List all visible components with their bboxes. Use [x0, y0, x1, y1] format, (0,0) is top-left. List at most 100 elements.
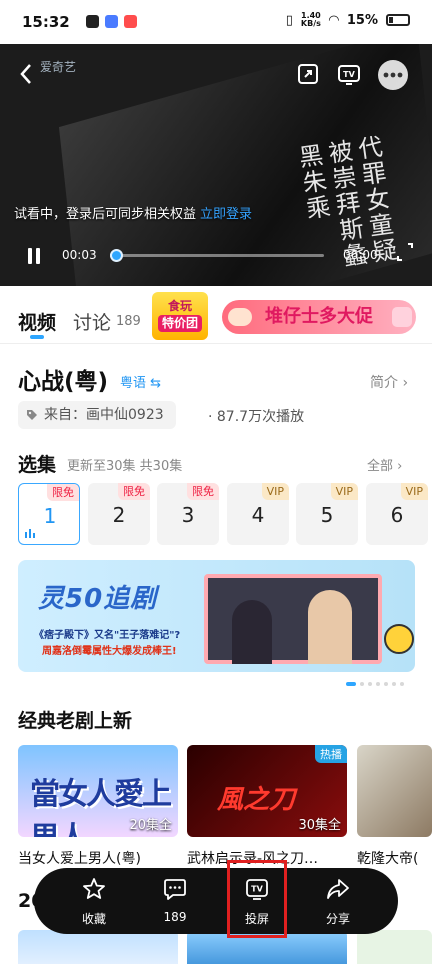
- comment-button[interactable]: 189: [135, 868, 215, 934]
- poster-title-art: 風之刀: [217, 785, 296, 815]
- tab-video[interactable]: 视频: [18, 308, 56, 335]
- comment-icon: [164, 879, 186, 900]
- tab-indicator: [30, 335, 44, 339]
- bottom-action-bar: 收藏 189 TV 投屏 分享: [34, 868, 398, 934]
- episodes-all-link[interactable]: 全部 ›: [367, 455, 402, 474]
- pill-icon: [228, 308, 252, 326]
- drama-card[interactable]: [357, 930, 432, 964]
- source-text: 来自：画中仙0923: [44, 407, 164, 423]
- app-icon: [105, 15, 118, 28]
- status-time: 15:32: [22, 13, 70, 31]
- vibrate-icon: ▯: [285, 12, 293, 28]
- episode-item[interactable]: 限免 2: [88, 483, 150, 545]
- drama-title[interactable]: 乾隆大帝(: [357, 848, 432, 868]
- current-time: 00:03: [62, 248, 97, 262]
- vip-badge: VIP: [261, 483, 289, 500]
- promo-text: 堆仔士多大促: [265, 306, 373, 327]
- action-label: 分享: [325, 912, 350, 926]
- free-badge: 限免: [118, 483, 150, 500]
- banner-logo: 灵50追剧: [38, 584, 158, 614]
- carousel-dot: [360, 682, 364, 686]
- episode-number: 2: [112, 503, 126, 527]
- intro-link[interactable]: 简介 ›: [370, 372, 408, 392]
- carousel-dot: [400, 682, 404, 686]
- more-icon[interactable]: [378, 60, 408, 90]
- banner-line: 《痞子殿下》又名"王子落难记"?: [34, 630, 181, 641]
- source-tag[interactable]: 来自：画中仙0923: [18, 401, 176, 429]
- episode-number: 3: [181, 503, 195, 527]
- svg-text:TV: TV: [343, 70, 355, 79]
- drama-card[interactable]: [357, 745, 432, 837]
- drama-card[interactable]: 當女人愛上男人 20集全: [18, 745, 178, 837]
- carousel-dot: [392, 682, 396, 686]
- vip-badge: VIP: [400, 483, 428, 500]
- episode-number: 1: [43, 504, 57, 528]
- episode-item[interactable]: 限免 1: [18, 483, 80, 545]
- app-icon: [86, 15, 99, 28]
- share-icon: [327, 879, 349, 899]
- discuss-count: 189: [116, 314, 141, 329]
- tv-cast-icon[interactable]: TV: [337, 62, 361, 86]
- share-button[interactable]: 分享: [298, 868, 378, 934]
- episode-item[interactable]: 限免 3: [157, 483, 219, 545]
- trial-text: 试看中，登录后可同步相关权益: [14, 207, 197, 222]
- playing-icon: [25, 529, 35, 538]
- banner-person: [308, 590, 352, 664]
- carousel-indicator: [346, 682, 404, 686]
- language-switch[interactable]: 粤语 ⇆: [120, 372, 161, 391]
- drama-card[interactable]: [18, 930, 178, 964]
- carousel-dot: [346, 682, 356, 686]
- vip-badge: VIP: [330, 483, 358, 500]
- wifi-icon: ◠: [328, 12, 339, 28]
- episode-count: 20集全: [129, 818, 172, 833]
- episode-number: 5: [320, 503, 334, 527]
- play-count: · 87.7万次播放: [208, 409, 305, 425]
- net-speed: 1.40 KB/s: [300, 11, 321, 28]
- hot-badge: 热播: [315, 745, 347, 763]
- trial-notice: 试看中，登录后可同步相关权益 立即登录: [14, 203, 252, 222]
- drama-title[interactable]: 当女人爱上男人(粤): [18, 848, 178, 868]
- cast-highlight-box: [227, 860, 287, 938]
- fullscreen-icon[interactable]: [396, 242, 414, 262]
- status-right: ▯ 1.40 KB/s ◠ 15%: [286, 12, 410, 28]
- pip-icon[interactable]: [296, 62, 320, 86]
- action-label: 收藏: [81, 912, 106, 926]
- ad-line: 食玩: [167, 299, 192, 313]
- pause-button[interactable]: [24, 246, 44, 266]
- drama-card[interactable]: 热播 風之刀 30集全: [187, 745, 347, 837]
- promo-carousel-banner[interactable]: 灵50追剧 《痞子殿下》又名"王子落难记"? 周嘉洛倒霉属性大爆发成棒王!: [18, 560, 415, 672]
- status-bar: 15:32 ▯ 1.40 KB/s ◠ 15%: [0, 0, 432, 44]
- promo-banner-ad[interactable]: 堆仔士多大促: [222, 300, 416, 334]
- banner-line: 周嘉洛倒霉属性大爆发成棒王!: [42, 646, 177, 657]
- episodes-status: 更新至30集 共30集: [67, 459, 183, 474]
- banner-screen-image: [204, 574, 382, 664]
- banner-person: [232, 600, 272, 664]
- star-icon: [83, 878, 105, 899]
- snack-deal-ad[interactable]: 食玩 特价团: [152, 292, 208, 340]
- show-title: 心战(粤): [18, 369, 109, 395]
- episode-count: 30集全: [298, 818, 341, 833]
- episode-item[interactable]: VIP 5: [296, 483, 358, 545]
- episode-list: 限免 1 限免 2 限免 3 VIP 4 VIP 5 VIP 6: [18, 483, 432, 545]
- carousel-dot: [376, 682, 380, 686]
- login-link[interactable]: 立即登录: [200, 207, 252, 222]
- notification-icons: [86, 15, 137, 28]
- favorite-button[interactable]: 收藏: [54, 868, 134, 934]
- episode-number: 6: [390, 503, 404, 527]
- battery-icon: [386, 14, 410, 26]
- episodes-heading: 选集: [18, 454, 57, 476]
- video-player[interactable]: 代罪女童疑被崇拜斯蠡黑朱乘 爱奇艺 TV 试看中，登录后可同步相关权益 立即登录 …: [0, 44, 432, 286]
- gift-icon: [392, 307, 412, 327]
- tab-discuss[interactable]: 讨论: [73, 308, 111, 335]
- episode-item[interactable]: VIP 6: [366, 483, 428, 545]
- back-icon[interactable]: [16, 62, 36, 86]
- battery-percent: 15%: [346, 12, 378, 28]
- watermark: 爱奇艺: [40, 60, 77, 74]
- episode-item[interactable]: VIP 4: [227, 483, 289, 545]
- episode-number: 4: [251, 503, 265, 527]
- seek-bar[interactable]: [110, 249, 324, 262]
- section-title: 经典老剧上新: [18, 710, 133, 732]
- carousel-dot: [384, 682, 388, 686]
- carousel-dot: [368, 682, 372, 686]
- mascot-icon: [384, 624, 414, 654]
